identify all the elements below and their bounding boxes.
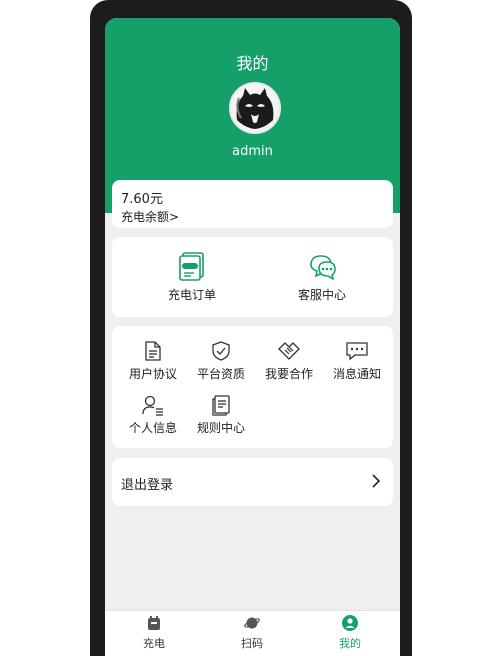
- app-screen: 我的 admin 7.60元 充电余额> 充电订单 客服中心 用户协议 平台资质…: [105, 18, 400, 656]
- charge-orders-button[interactable]: 充电订单: [132, 251, 252, 303]
- wolf-avatar-icon: [231, 84, 279, 132]
- balance-link[interactable]: 充电余额>: [121, 208, 179, 225]
- tab-label: 我的: [339, 637, 361, 650]
- username: admin: [232, 144, 273, 159]
- user-list-icon: [142, 395, 163, 416]
- handshake-icon: [278, 342, 300, 360]
- service-label: 用户协议: [128, 367, 177, 381]
- balance-amount: 7.60元: [121, 192, 163, 207]
- cooperation-item[interactable]: 我要合作: [256, 340, 322, 382]
- charging-icon: [148, 616, 160, 630]
- message-icon: [346, 342, 368, 361]
- bottom-tab-bar: 充电 扫码 我的: [105, 610, 400, 656]
- message-notification-item[interactable]: 消息通知: [324, 340, 390, 382]
- service-label: 平台资质: [196, 367, 245, 381]
- charge-order-icon: [179, 252, 204, 281]
- chat-bubbles-icon: [310, 255, 336, 281]
- user-agreement-item[interactable]: 用户协议: [120, 340, 186, 382]
- quick-actions-card: 充电订单 客服中心: [112, 237, 393, 317]
- tab-scan[interactable]: 扫码: [203, 615, 301, 651]
- tab-mine[interactable]: 我的: [301, 615, 399, 651]
- platform-qualification-item[interactable]: 平台资质: [188, 340, 254, 382]
- customer-service-button[interactable]: 客服中心: [262, 251, 382, 303]
- tab-label: 扫码: [241, 637, 263, 650]
- quick-action-label: 充电订单: [167, 288, 216, 302]
- balance-card[interactable]: 7.60元 充电余额>: [112, 180, 393, 228]
- service-label: 消息通知: [332, 367, 381, 381]
- user-icon: [342, 615, 358, 631]
- quick-action-label: 客服中心: [297, 288, 346, 302]
- service-label: 个人信息: [128, 421, 177, 435]
- shield-check-icon: [212, 341, 230, 361]
- rules-icon: [212, 395, 230, 416]
- planet-icon: [244, 617, 260, 629]
- document-icon: [145, 341, 161, 361]
- services-card: 用户协议 平台资质 我要合作 消息通知 个人信息 规则中心: [112, 326, 393, 448]
- service-label: 我要合作: [264, 367, 313, 381]
- tab-charging[interactable]: 充电: [105, 615, 203, 651]
- page-title: 我的: [236, 54, 269, 73]
- logout-label: 退出登录: [121, 478, 174, 493]
- tab-label: 充电: [143, 637, 165, 650]
- rules-center-item[interactable]: 规则中心: [188, 394, 254, 436]
- logout-row[interactable]: 退出登录: [112, 458, 393, 506]
- personal-info-item[interactable]: 个人信息: [120, 394, 186, 436]
- service-label: 规则中心: [196, 421, 245, 435]
- chevron-right-icon: [372, 474, 381, 488]
- avatar[interactable]: [229, 82, 281, 134]
